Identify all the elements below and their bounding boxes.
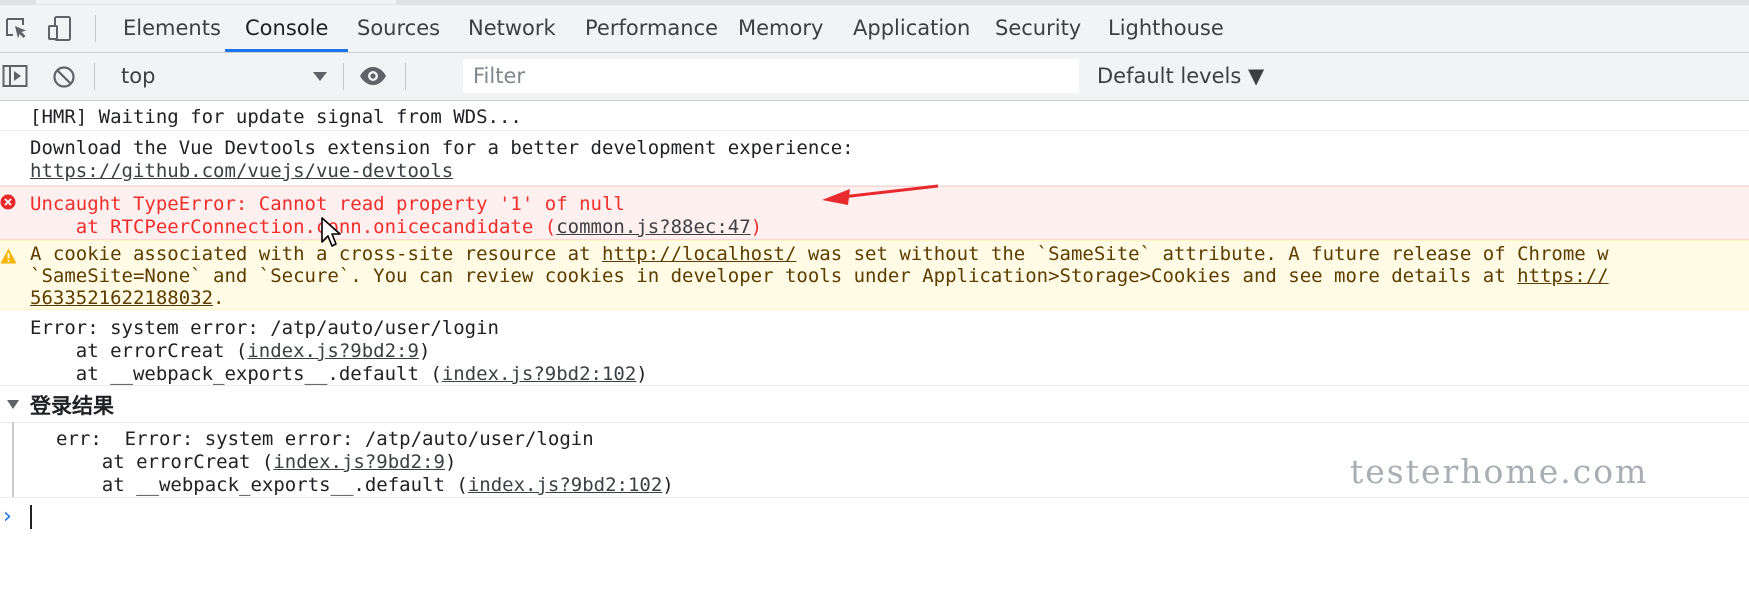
tab-performance[interactable]: Performance	[585, 5, 718, 52]
default-levels-dropdown[interactable]: Default levels ▼	[1097, 53, 1264, 100]
localhost-link[interactable]: http://localhost/	[602, 243, 796, 265]
error-log-system-error: Error: system error: /atp/auto/user/logi…	[0, 310, 1749, 386]
window-top-notch	[36, 0, 396, 4]
stack-close: )	[418, 340, 431, 362]
stack-line: at __webpack_exports__.default (index.js…	[56, 473, 674, 497]
stack-line: at errorCreat (index.js?9bd2:9)	[30, 339, 431, 363]
context-selector[interactable]: top	[121, 53, 155, 100]
log-message-vue-devtools: Download the Vue Devtools extension for …	[0, 131, 1749, 186]
filter-input[interactable]	[463, 59, 1079, 93]
stack-prefix: at __webpack_exports__.default (	[30, 363, 442, 385]
warning-line-2: `SameSite=None` and `Secure`. You can re…	[30, 264, 1609, 288]
details-link-continued[interactable]: 5633521622188032	[30, 287, 213, 309]
prompt-chevron-icon: ›	[3, 504, 12, 529]
red-arrow-annotation	[822, 184, 939, 205]
message-text: Download the Vue Devtools extension for …	[30, 137, 854, 159]
error-text: Uncaught TypeError: Cannot read property…	[30, 193, 625, 215]
toolbar-separator	[343, 63, 344, 90]
warning-line-1: A cookie associated with a cross-site re…	[30, 242, 1609, 266]
watermark-text: testerhome.com	[1350, 452, 1649, 491]
stack-line: at errorCreat (index.js?9bd2:9)	[56, 450, 457, 474]
tab-security[interactable]: Security	[995, 5, 1081, 52]
source-link-common-js[interactable]: common.js?88ec:47	[556, 216, 750, 238]
stack-close: )	[444, 451, 457, 473]
eye-icon[interactable]	[358, 65, 388, 87]
console-messages: [HMR] Waiting for update signal from WDS…	[0, 101, 1749, 599]
tab-network[interactable]: Network	[468, 5, 556, 52]
source-link-index-js[interactable]: index.js?9bd2:9	[273, 451, 445, 473]
toolbar-separator	[94, 63, 95, 90]
tab-console[interactable]: Console	[225, 5, 349, 52]
sidebar-toggle-icon[interactable]	[2, 64, 28, 88]
warning-line-3: 5633521622188032.	[30, 286, 224, 310]
console-prompt[interactable]: ›	[0, 497, 1749, 537]
message-text: [HMR] Waiting for update signal from WDS…	[30, 106, 522, 128]
device-toolbar-icon[interactable]	[46, 15, 74, 43]
message-text: err: Error: system error: /atp/auto/user…	[56, 428, 594, 450]
message-text: Error: system error: /atp/auto/user/logi…	[30, 317, 499, 339]
details-link[interactable]: https://	[1517, 265, 1609, 287]
mouse-cursor-icon	[321, 217, 341, 247]
source-link-index-js[interactable]: index.js?9bd2:9	[247, 340, 419, 362]
group-title: 登录结果	[30, 394, 114, 418]
stack-prefix: at errorCreat (	[30, 340, 248, 362]
stack-line: at __webpack_exports__.default (index.js…	[30, 362, 648, 386]
tabbar-separator	[95, 15, 96, 42]
tab-elements[interactable]: Elements	[123, 5, 221, 52]
warning-text: A cookie associated with a cross-site re…	[30, 243, 602, 265]
inspect-element-icon[interactable]	[4, 16, 30, 42]
tab-lighthouse[interactable]: Lighthouse	[1108, 5, 1224, 52]
source-link-index-js[interactable]: index.js?9bd2:102	[442, 363, 636, 385]
stack-close: )	[636, 363, 648, 385]
tab-memory[interactable]: Memory	[738, 5, 823, 52]
text-caret	[30, 505, 32, 529]
source-link-index-js[interactable]: index.js?9bd2:102	[468, 474, 662, 496]
log-message-hmr: [HMR] Waiting for update signal from WDS…	[0, 101, 1749, 131]
console-group-header[interactable]: 登录结果	[0, 386, 1749, 423]
devtools-tabbar: Elements Console Sources Network Perform…	[0, 5, 1749, 53]
stack-prefix: at RTCPeerConnection.conn.onicecandidate…	[30, 216, 557, 238]
console-toolbar: top Default levels ▼	[0, 53, 1749, 101]
warning-message-cookie: A cookie associated with a cross-site re…	[0, 240, 1749, 310]
warning-icon	[0, 248, 17, 264]
warning-text: .	[213, 287, 225, 309]
toolbar-separator	[405, 63, 406, 90]
error-stack-line: at RTCPeerConnection.conn.onicecandidate…	[30, 215, 762, 239]
tab-sources[interactable]: Sources	[357, 5, 440, 52]
error-icon	[0, 194, 16, 210]
stack-prefix: at __webpack_exports__.default (	[56, 474, 468, 496]
group-indent-bar	[12, 422, 14, 497]
stack-close: )	[662, 474, 674, 496]
stack-close: )	[750, 216, 763, 238]
tab-application[interactable]: Application	[853, 5, 970, 52]
expand-triangle-icon[interactable]	[7, 400, 19, 409]
clear-console-icon[interactable]	[52, 65, 76, 89]
warning-text: `SameSite=None` and `Secure`. You can re…	[30, 265, 1518, 287]
vue-devtools-link[interactable]: https://github.com/vuejs/vue-devtools	[30, 159, 453, 183]
stack-prefix: at errorCreat (	[56, 451, 274, 473]
warning-text: was set without the `SameSite` attribute…	[796, 243, 1609, 265]
context-dropdown-arrow[interactable]	[313, 72, 327, 81]
